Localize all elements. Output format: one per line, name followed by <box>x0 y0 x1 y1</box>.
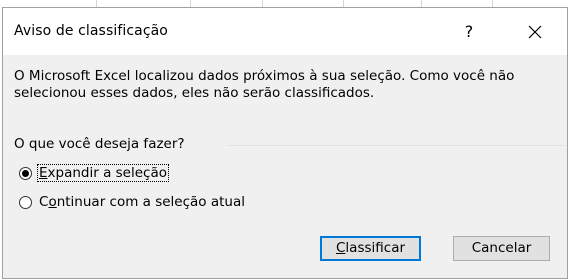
cancel-button[interactable]: Cancelar <box>453 236 550 261</box>
access-key: C <box>335 240 346 256</box>
dialog-title: Aviso de classificação <box>14 23 168 39</box>
radio-label-continue[interactable]: Continuar com a seleção atual <box>38 194 246 210</box>
close-icon <box>528 25 542 39</box>
group-divider <box>226 145 566 146</box>
sort-button[interactable]: Classificar <box>320 236 421 261</box>
sort-warning-dialog: Aviso de classificação ? O Microsoft Exc… <box>2 7 568 279</box>
radio-label-text: xpandir a seleção <box>47 165 167 181</box>
dialog-message: O Microsoft Excel localizou dados próxim… <box>14 68 515 101</box>
access-key: o <box>48 194 57 210</box>
radio-continue-current[interactable]: Continuar com a seleção atual <box>19 192 246 212</box>
radio-label-expand[interactable]: Expandir a seleção <box>37 164 169 182</box>
options-group-label: O que você deseja fazer? <box>14 136 185 152</box>
access-key: E <box>39 165 48 181</box>
radio-expand-selection[interactable]: Expandir a seleção <box>19 163 169 183</box>
radio-button-continue[interactable] <box>19 195 32 209</box>
radio-label-text: ntinuar com a seleção atual <box>56 194 246 210</box>
sort-button-label: lassificar <box>345 240 406 256</box>
close-button[interactable] <box>517 17 553 47</box>
radio-button-expand[interactable] <box>19 166 32 180</box>
dialog-titlebar: Aviso de classificação ? <box>3 8 567 55</box>
help-button[interactable]: ? <box>454 18 484 46</box>
radio-selected-dot <box>22 169 29 177</box>
